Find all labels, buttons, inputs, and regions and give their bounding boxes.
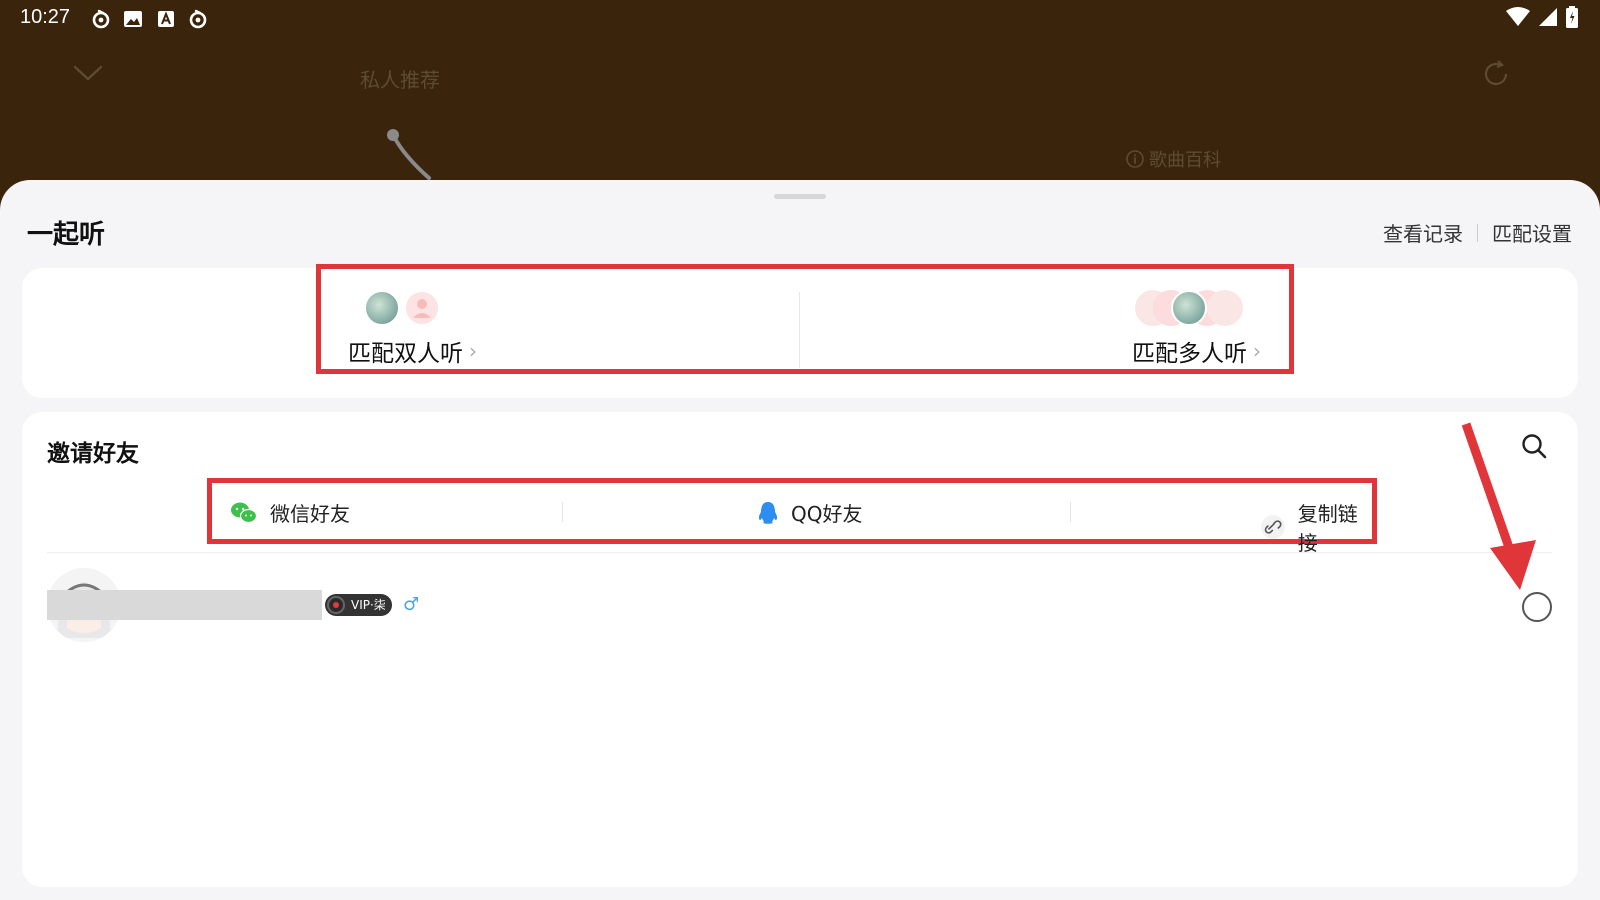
song-wiki-link[interactable]: 歌曲百科: [1125, 146, 1221, 172]
share-qq-label: QQ好友: [791, 502, 863, 526]
person-icon: [413, 299, 431, 318]
player-title[interactable]: 私人推荐: [360, 64, 440, 93]
info-icon: [1126, 150, 1144, 168]
netease-music-icon: [92, 9, 110, 29]
match-settings-link[interactable]: 匹配设置: [1492, 218, 1572, 247]
chevron-right-icon: ›: [1253, 339, 1261, 363]
match-multi-label-row: 匹配多人听 ›: [1132, 334, 1261, 368]
friend-row[interactable]: VIP·柒 ♂: [47, 562, 1552, 650]
match-divider: [799, 292, 800, 368]
pair-avatars: [348, 288, 477, 328]
match-pair-button[interactable]: 匹配双人听 ›: [348, 288, 477, 368]
wifi-icon: [1506, 7, 1530, 26]
share-options: 微信好友 QQ好友 复制链接: [207, 478, 1377, 555]
netease-music-icon: [189, 9, 207, 29]
vip-badge-label: VIP·柒: [351, 598, 386, 612]
vinyl-icon: [327, 596, 345, 614]
player-header: 私人推荐 歌曲百科: [0, 38, 1600, 188]
share-copy-link-button[interactable]: 复制链接: [1260, 498, 1377, 556]
chevron-right-icon: ›: [469, 339, 477, 363]
user-avatar: [364, 290, 400, 326]
match-pair-label-row: 匹配双人听 ›: [348, 334, 477, 368]
male-icon: ♂: [403, 594, 420, 615]
share-qq-button[interactable]: QQ好友: [757, 498, 862, 527]
battery-icon: [1566, 6, 1578, 28]
share-wechat-button[interactable]: 微信好友: [230, 498, 350, 527]
match-multi-button[interactable]: 匹配多人听 ›: [1132, 288, 1261, 368]
placeholder-avatar: [1207, 290, 1243, 326]
annotation-arrow: [1461, 422, 1536, 590]
match-pair-label: 匹配双人听: [348, 341, 463, 367]
status-time: 10:27: [20, 6, 71, 28]
gallery-icon: [124, 11, 142, 27]
status-right-icons: [1506, 6, 1578, 28]
user-avatar: [1171, 290, 1207, 326]
share-separator: [1070, 502, 1071, 522]
share-wechat-label: 微信好友: [270, 502, 350, 526]
actions-divider: [1477, 223, 1478, 242]
qq-icon: [758, 501, 778, 524]
friend-name-redacted: [47, 590, 322, 620]
status-bar: 10:27: [0, 0, 1600, 38]
signal-icon: [1539, 8, 1557, 26]
match-card: 匹配双人听 › 匹配多人听 ›: [22, 264, 1578, 398]
sheet-title: 一起听: [27, 220, 106, 250]
share-separator: [562, 502, 563, 522]
listen-together-sheet: 一起听 查看记录 匹配设置 匹配双人听 › 匹配多人听 › 邀请好友 微信好友 …: [0, 180, 1600, 900]
multi-avatars: [1135, 288, 1261, 328]
sheet-actions: 查看记录 匹配设置: [1383, 218, 1572, 247]
share-copy-link-label: 复制链接: [1297, 502, 1358, 555]
refresh-icon[interactable]: [1480, 58, 1512, 90]
invite-title: 邀请好友: [47, 441, 139, 467]
font-icon: [158, 11, 174, 27]
vip-badge: VIP·柒: [325, 594, 392, 616]
match-multi-label: 匹配多人听: [1132, 341, 1247, 367]
view-history-link[interactable]: 查看记录: [1383, 218, 1463, 247]
invite-friends-card: 邀请好友 微信好友 QQ好友 复制链接 VIP·柒 ♂: [22, 412, 1578, 887]
placeholder-avatar: [404, 290, 440, 326]
chevron-down-icon[interactable]: [72, 62, 104, 84]
song-wiki-label: 歌曲百科: [1149, 150, 1221, 171]
drag-handle[interactable]: [774, 194, 826, 199]
wechat-icon: [231, 502, 258, 523]
link-icon: [1260, 515, 1285, 539]
row-divider: [47, 552, 1552, 553]
